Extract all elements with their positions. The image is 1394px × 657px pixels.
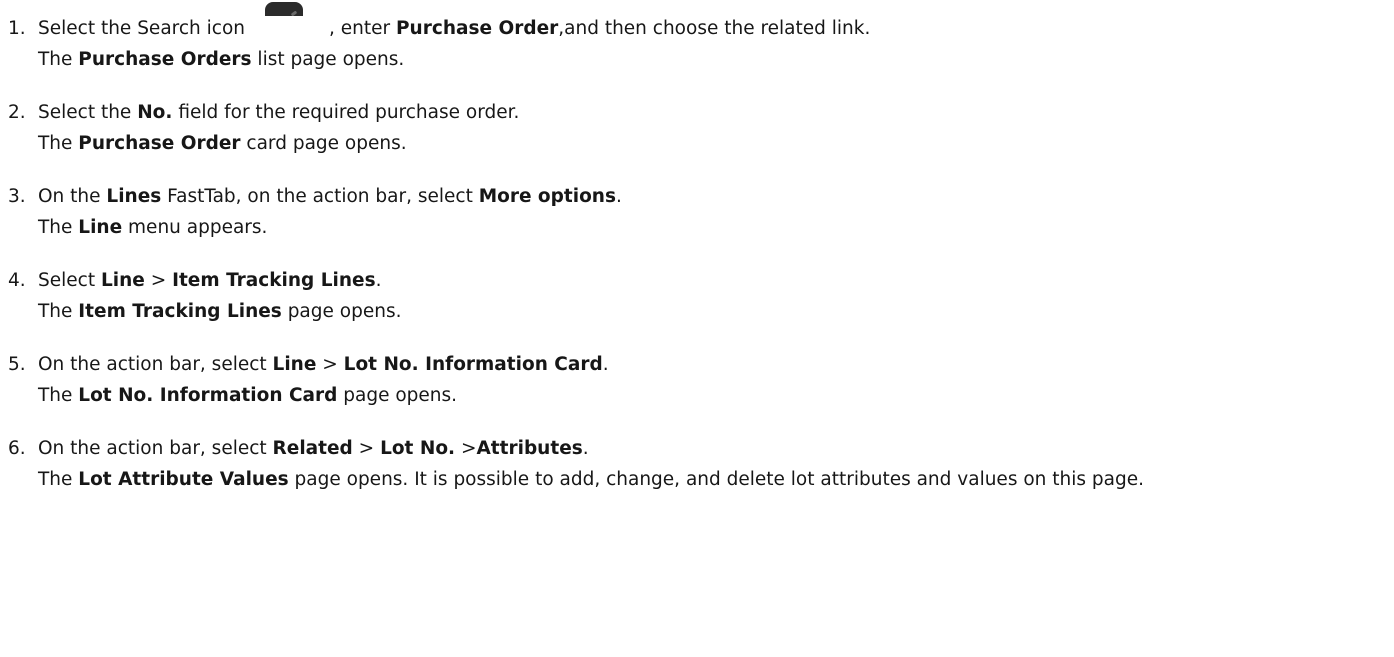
ui-term: Item Tracking Lines — [172, 270, 376, 291]
step-result: The Item Tracking Lines page opens. — [8, 295, 1388, 329]
result-text: The — [38, 49, 79, 70]
step-instruction: 1. Select the Search icon , enter Purchase… — [8, 2, 1388, 43]
step-result: The Lot No. Information Card page opens. — [8, 379, 1388, 413]
result-text: The — [38, 217, 79, 238]
instruction-text: . — [602, 354, 609, 375]
result-text: The — [38, 469, 79, 490]
result-text: page opens. — [337, 385, 458, 406]
instruction-text: > — [352, 438, 381, 459]
instruction-text: field for the required purchase order. — [172, 102, 520, 123]
instruction-text: On the action bar, select — [38, 438, 273, 459]
step-instruction: 5. On the action bar, select Line > Lot N… — [8, 350, 1388, 379]
instruction-text: On the — [38, 186, 107, 207]
ui-term: Purchase Orders — [78, 49, 252, 70]
result-text: menu appears. — [122, 217, 268, 238]
ui-term: Lines — [106, 186, 162, 207]
instruction-text: Select the — [38, 102, 138, 123]
instruction-text: > — [144, 270, 173, 291]
result-text: card page opens. — [240, 133, 407, 154]
step-1: 1. Select the Search icon , enter Purchase… — [8, 2, 1388, 77]
ui-term: No. — [137, 102, 173, 123]
step-instruction: 3. On the Lines FastTab, on the action ba… — [8, 182, 1388, 211]
step-2: 2. Select the No. field for the required … — [8, 98, 1388, 161]
ui-term: Purchase Order — [78, 133, 241, 154]
instruction-text: On the action bar, select — [38, 354, 273, 375]
search-icon — [245, 2, 329, 34]
step-number: 1. — [8, 18, 26, 39]
step-result: The Lot Attribute Values page opens. It … — [8, 463, 1388, 497]
ui-term: Lot No. Information Card — [343, 354, 603, 375]
instruction-text: ,and then choose the related link. — [558, 18, 871, 39]
result-text: The — [38, 385, 79, 406]
result-text: page opens. It is possible to add, chang… — [288, 469, 1144, 490]
step-number: 4. — [8, 270, 26, 291]
step-instruction: 4. Select Line > Item Tracking Lines. — [8, 266, 1388, 295]
ui-term: Item Tracking Lines — [78, 301, 282, 322]
instruction-text: Select the Search icon — [38, 18, 245, 39]
instruction-text: > — [455, 438, 477, 459]
step-instruction: 6. On the action bar, select Related > Lo… — [8, 434, 1388, 463]
instruction-text: . — [582, 438, 589, 459]
step-result: The Line menu appears. — [8, 211, 1388, 245]
step-5: 5. On the action bar, select Line > Lot N… — [8, 350, 1388, 413]
instruction-steps-list: 1. Select the Search icon , enter Purchase… — [8, 2, 1388, 518]
result-text: page opens. — [281, 301, 402, 322]
ui-term: Lot No. — [380, 438, 456, 459]
step-number: 3. — [8, 186, 26, 207]
step-instruction: 2. Select the No. field for the required … — [8, 98, 1388, 127]
ui-term: More options — [478, 186, 616, 207]
result-text: The — [38, 133, 79, 154]
search-icon-graphic — [265, 2, 303, 16]
instruction-text: > — [316, 354, 344, 375]
step-number: 6. — [8, 438, 26, 459]
step-4: 4. Select Line > Item Tracking Lines. The … — [8, 266, 1388, 329]
ui-term: Line — [272, 354, 317, 375]
ui-term: Line — [78, 217, 123, 238]
ui-term: Lot Attribute Values — [78, 469, 289, 490]
result-text: The — [38, 301, 79, 322]
ui-term: Attributes — [476, 438, 583, 459]
step-number: 5. — [8, 354, 26, 375]
step-number: 2. — [8, 102, 26, 123]
step-result: The Purchase Order card page opens. — [8, 127, 1388, 161]
instruction-text: Select — [38, 270, 101, 291]
instruction-text: FastTab, on the action bar, select — [161, 186, 479, 207]
step-6: 6. On the action bar, select Related > Lo… — [8, 434, 1388, 497]
ui-term: Related — [272, 438, 353, 459]
result-text: list page opens. — [251, 49, 405, 70]
ui-term: Lot No. Information Card — [78, 385, 338, 406]
instruction-text: . — [615, 186, 622, 207]
ui-term: Purchase Order — [396, 18, 559, 39]
step-result: The Purchase Orders list page opens. — [8, 43, 1388, 77]
instruction-text: . — [375, 270, 382, 291]
instruction-text: , enter — [329, 18, 396, 39]
step-3: 3. On the Lines FastTab, on the action ba… — [8, 182, 1388, 245]
ui-term: Line — [100, 270, 145, 291]
